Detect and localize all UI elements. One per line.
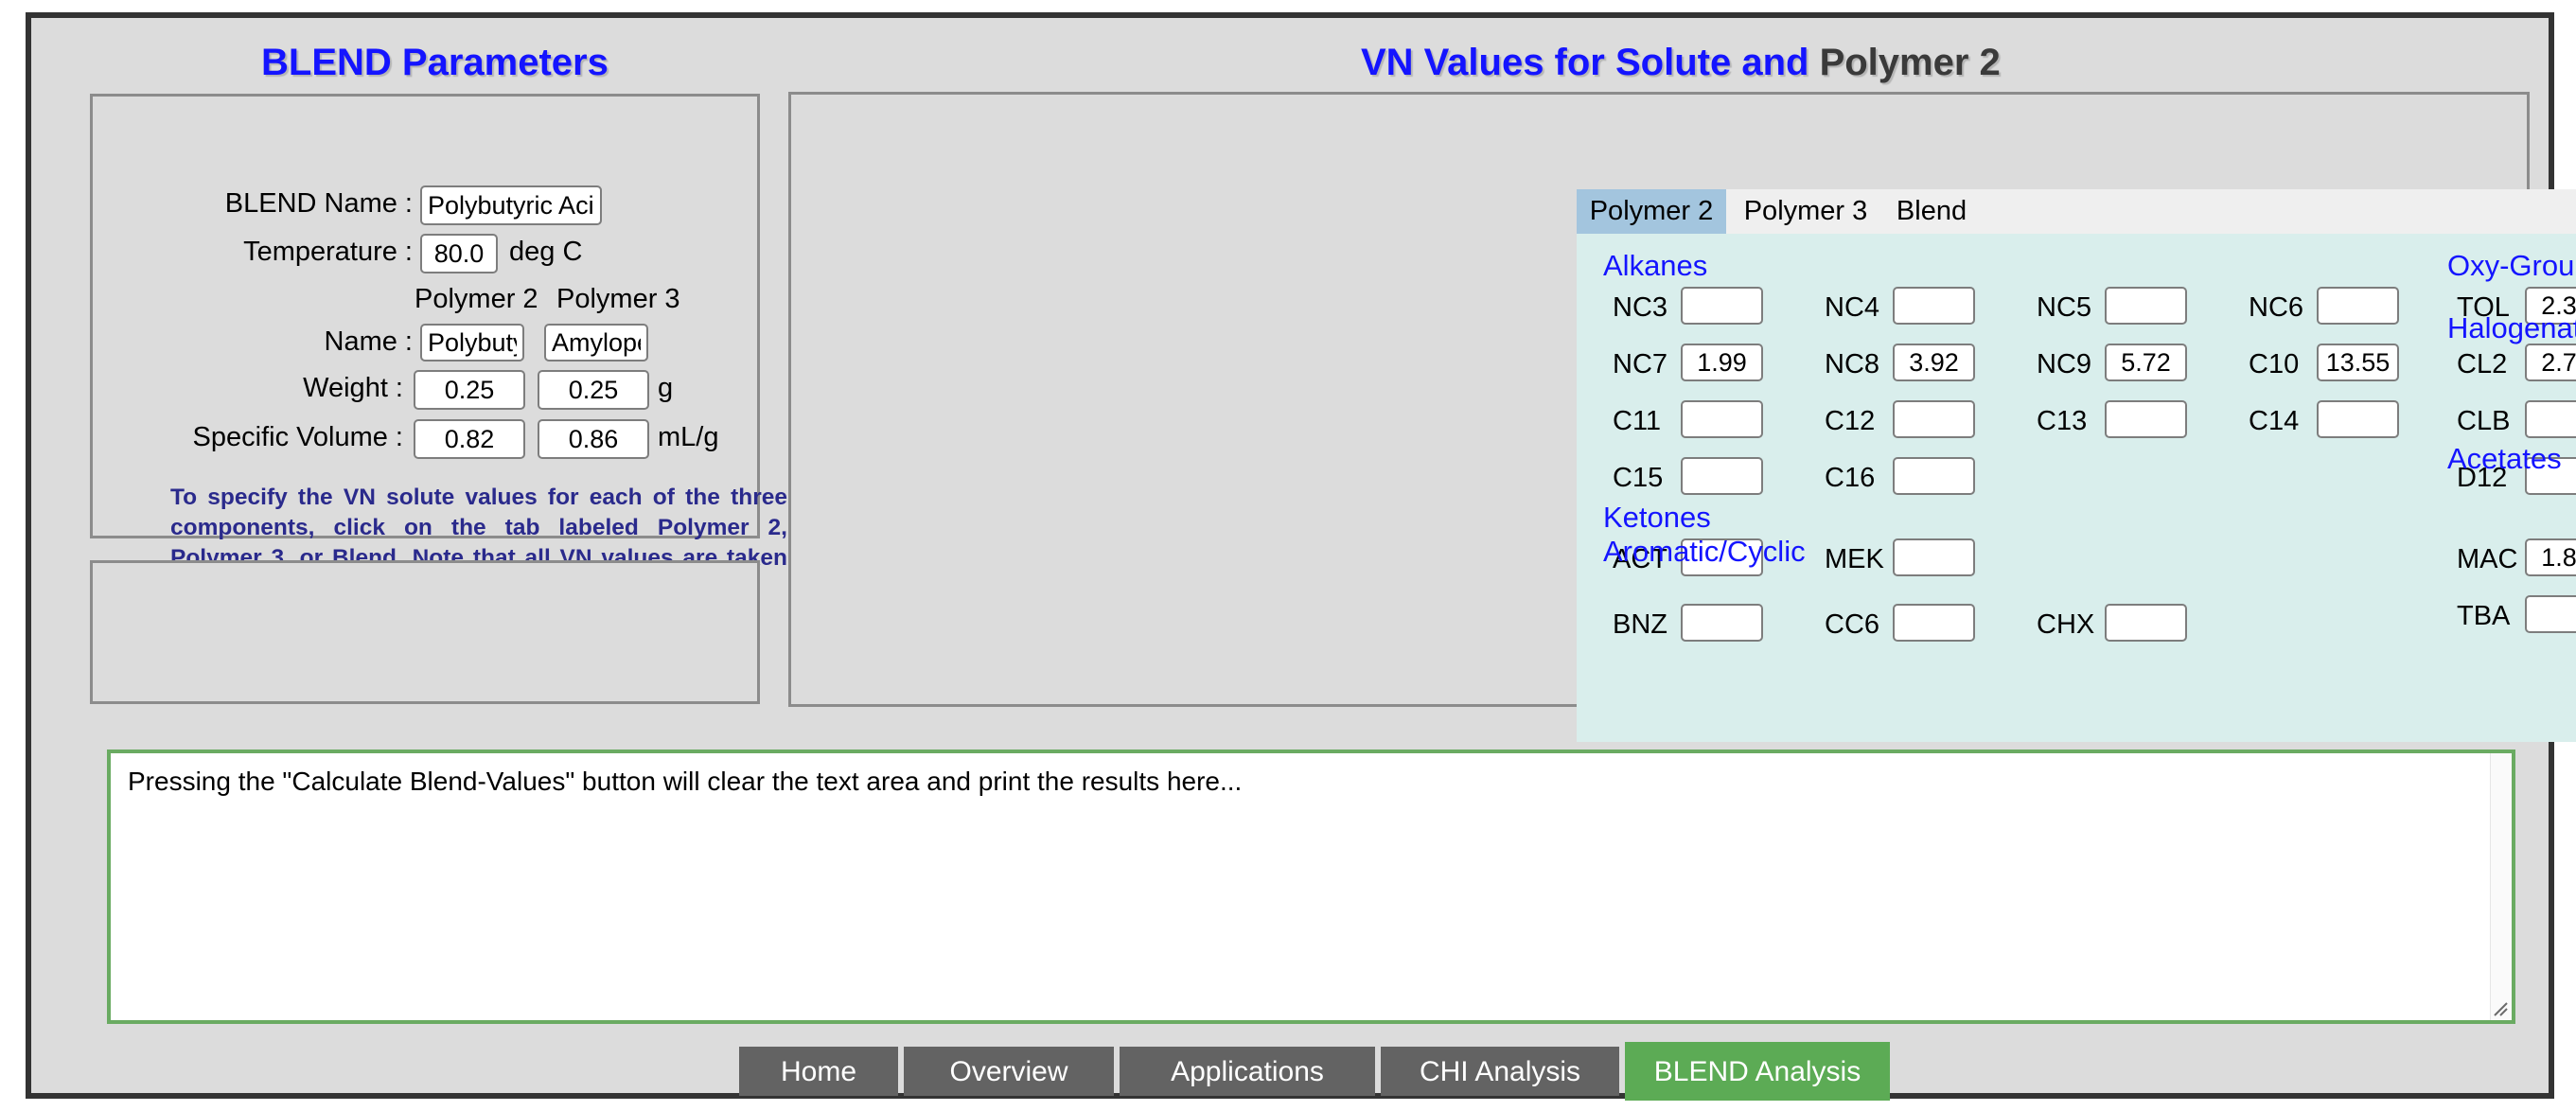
label-mac: MAC [2457,544,2518,574]
label-nc8: NC8 [1825,349,1880,379]
tab-polymer-3[interactable]: Polymer 3 [1731,189,1880,234]
input-tba[interactable] [2525,595,2576,633]
input-nc9[interactable] [2105,344,2187,381]
column-header-polymer2: Polymer 2 [415,284,538,314]
vn-values-panel: Polymer 2 Polymer 3 Blend Alkanes NC3 NC… [788,92,2576,742]
input-nc5[interactable] [2105,287,2187,325]
vn-title-blue-part: VN Values for Solute and [1361,42,1809,83]
temperature-label: Temperature : [243,237,413,267]
label-nc7: NC7 [1613,349,1668,379]
temperature-unit: deg C [509,237,583,267]
nav-overview-button[interactable]: Overview [904,1047,1114,1096]
vn-fields-pane: Alkanes NC3 NC4 NC5 NC6 NC7 NC8 NC9 C10 … [1577,234,2576,742]
weight-label: Weight : [303,373,403,403]
input-chx[interactable] [2105,604,2187,642]
input-nc7[interactable] [1681,344,1763,381]
polymer2-specific-volume-input[interactable] [414,419,525,459]
tab-blend[interactable]: Blend [1884,189,1979,234]
label-nc5: NC5 [2037,292,2092,323]
label-nc4: NC4 [1825,292,1880,323]
vn-title-dark-part: Polymer 2 [1819,42,2001,83]
weight-unit: g [658,373,674,403]
page-title-vn-values: VN Values for Solute and Polymer 2 [1361,42,2001,84]
input-c11[interactable] [1681,400,1763,438]
input-c14[interactable] [2317,400,2399,438]
label-nc6: NC6 [2249,292,2304,323]
label-nc3: NC3 [1613,292,1668,323]
input-c15[interactable] [1681,457,1763,495]
label-bnz: BNZ [1613,609,1667,640]
label-c10: C10 [2249,349,2300,379]
specific-volume-unit: mL/g [658,422,719,452]
blend-parameters-panel: BLEND Name : Temperature : Name : Weight… [90,94,787,601]
input-bnz[interactable] [1681,604,1763,642]
input-c12[interactable] [1893,400,1975,438]
nav-home-button[interactable]: Home [739,1047,898,1096]
app-root: BLEND Parameters VN Values for Solute an… [0,0,2576,1111]
input-c16[interactable] [1893,457,1975,495]
input-nc8[interactable] [1893,344,1975,381]
results-output-container: Pressing the "Calculate Blend-Values" bu… [107,749,2515,1024]
application-frame: BLEND Parameters VN Values for Solute an… [26,12,2576,1101]
input-nc3[interactable] [1681,287,1763,325]
group-title-alkanes: Alkanes [1603,249,1708,282]
label-tba: TBA [2457,601,2511,631]
group-title-oxy-group: Oxy-Group [2447,249,2576,282]
input-mac[interactable] [2525,538,2576,576]
input-c13[interactable] [2105,400,2187,438]
label-c15: C15 [1613,463,1664,493]
label-c12: C12 [1825,406,1876,436]
label-cc6: CC6 [1825,609,1880,640]
label-c14: C14 [2249,406,2300,436]
blend-name-input[interactable] [420,185,602,225]
vn-tab-strip: Polymer 2 Polymer 3 Blend [1577,189,2576,234]
group-title-acetates: Acetates [2447,442,2562,475]
polymer3-specific-volume-input[interactable] [538,419,649,459]
tab-polymer-2[interactable]: Polymer 2 [1577,189,1726,234]
input-clb[interactable] [2525,400,2576,438]
polymer2-weight-input[interactable] [414,370,525,410]
temperature-input[interactable] [420,234,498,273]
label-c11: C11 [1613,406,1662,436]
label-c13: C13 [2037,406,2088,436]
name-label: Name : [324,326,413,357]
input-mek[interactable] [1893,538,1975,576]
input-cc6[interactable] [1893,604,1975,642]
polymer3-weight-input[interactable] [538,370,649,410]
label-mek: MEK [1825,544,1884,574]
group-title-aromatic-cyclic: Aromatic/Cyclic [1603,535,1806,568]
polymer3-name-input[interactable] [544,324,648,362]
label-cl2: CL2 [2457,349,2508,379]
nav-applications-button[interactable]: Applications [1120,1047,1375,1096]
group-title-ketones: Ketones [1603,501,1711,534]
actions-panel: Calculate Blend-Values e-mail Results [90,560,760,704]
results-textarea[interactable]: Pressing the "Calculate Blend-Values" bu… [111,753,2512,1020]
nav-blend-analysis-button[interactable]: BLEND Analysis [1625,1042,1890,1101]
label-clb: CLB [2457,406,2511,436]
label-chx: CHX [2037,609,2095,640]
blend-name-label: BLEND Name : [224,188,413,219]
label-c16: C16 [1825,463,1876,493]
polymer2-name-input[interactable] [420,324,524,362]
column-header-polymer3: Polymer 3 [556,284,680,314]
nav-chi-analysis-button[interactable]: CHI Analysis [1381,1047,1619,1096]
input-nc6[interactable] [2317,287,2399,325]
input-nc4[interactable] [1893,287,1975,325]
group-title-halogenated: Halogenated [2447,311,2576,344]
specific-volume-label: Specific Volume : [192,422,403,452]
label-nc9: NC9 [2037,349,2092,379]
input-cl2[interactable] [2525,344,2576,381]
input-c10[interactable] [2317,344,2399,381]
page-title-blend-parameters: BLEND Parameters [261,42,609,83]
